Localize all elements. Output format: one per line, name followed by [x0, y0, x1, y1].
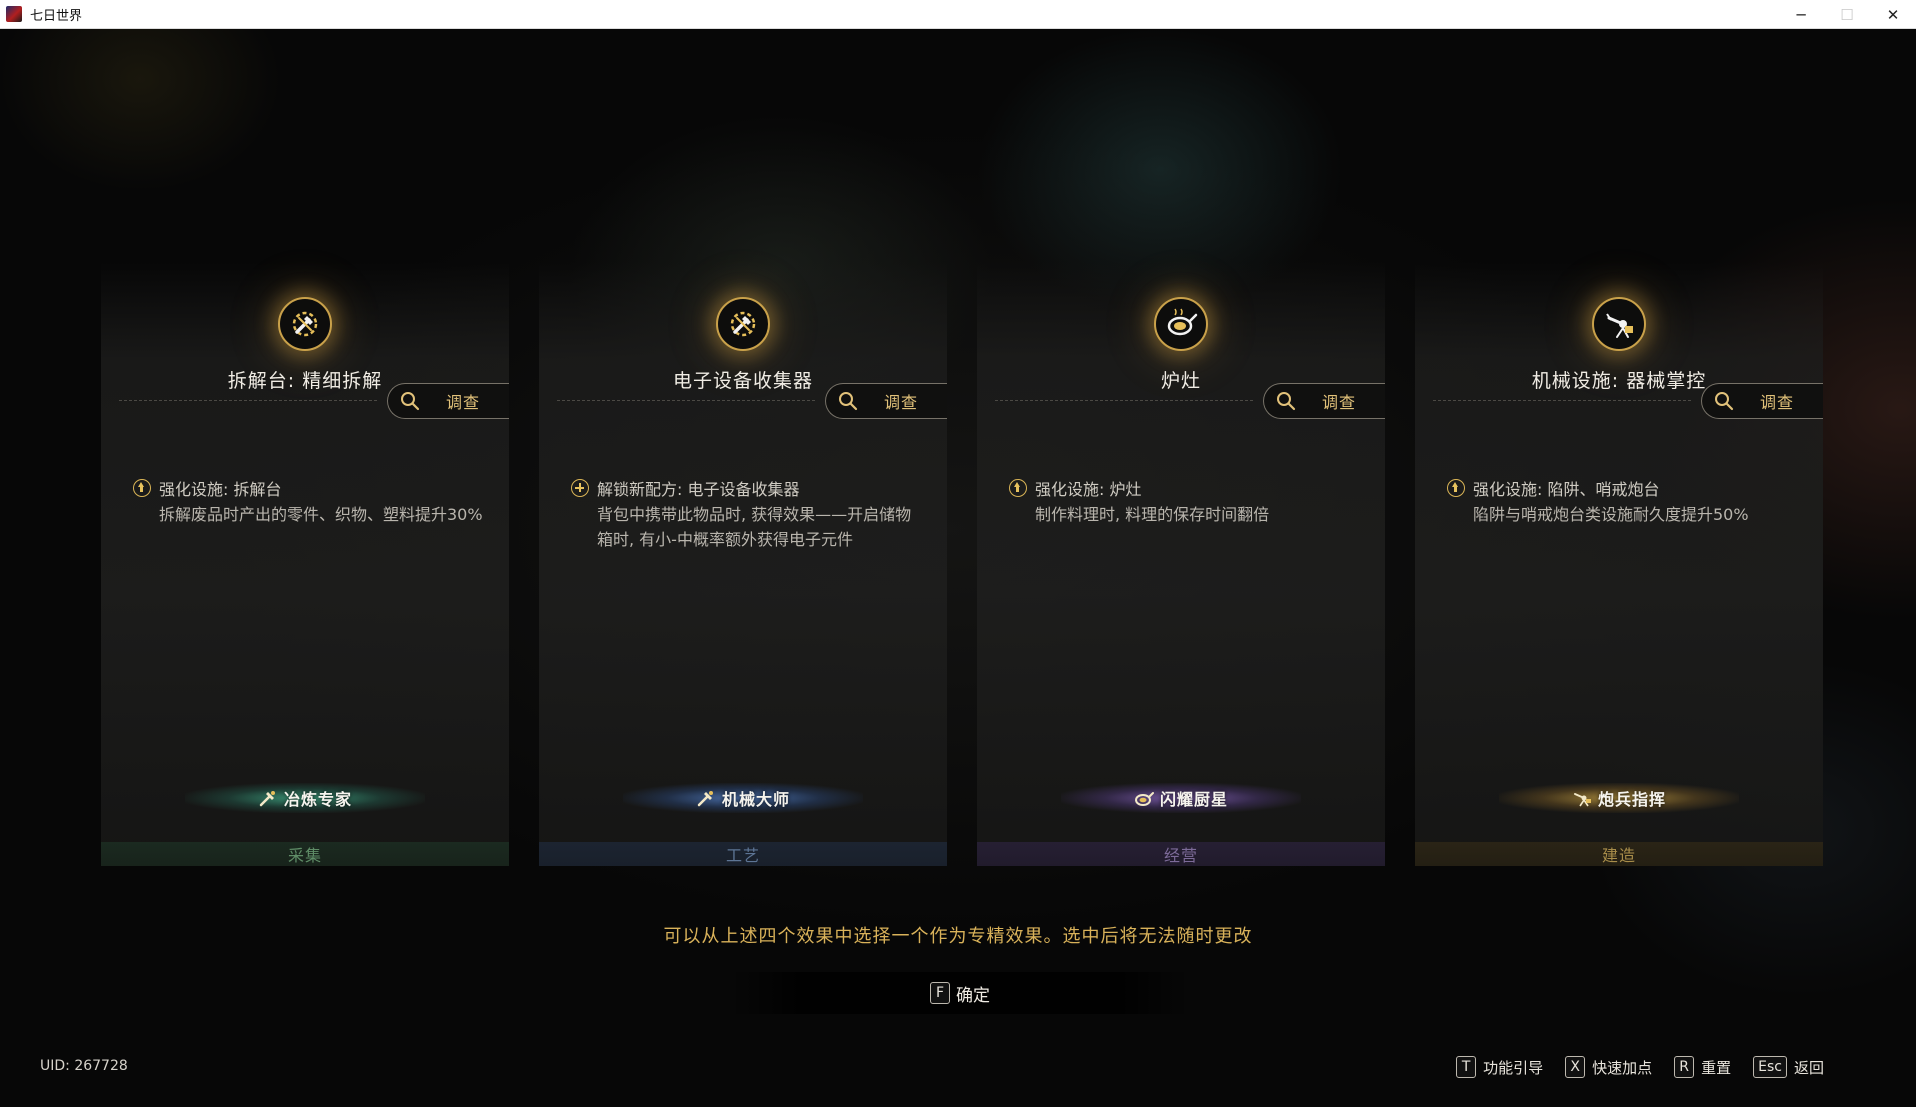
confirm-label: 确定 — [956, 985, 990, 1006]
effect-body: 陷阱与哨戒炮台类设施耐久度提升50% — [1473, 505, 1749, 524]
inspect-button[interactable]: 调查 — [387, 383, 509, 419]
minimize-button[interactable]: ─ — [1778, 0, 1824, 29]
game-viewport: 拆解台: 精细拆解 调查 强化设施: 拆解台 拆解废品时产出的零件、织物、塑料提… — [0, 29, 1916, 1107]
upgrade-arrow-icon — [1447, 479, 1465, 497]
effect-body: 拆解废品时产出的零件、织物、塑料提升30% — [159, 505, 483, 524]
divider — [1433, 400, 1691, 401]
shortcut-quick-assign[interactable]: X 快速加点 — [1565, 1056, 1652, 1078]
key-hint: F — [930, 982, 950, 1004]
inspect-label: 调查 — [884, 393, 919, 412]
search-icon — [401, 392, 420, 411]
specialization-card-1[interactable]: 拆解台: 精细拆解 调查 强化设施: 拆解台 拆解废品时产出的零件、织物、塑料提… — [101, 262, 509, 866]
close-button[interactable]: ✕ — [1870, 0, 1916, 29]
badge-label: 机械大师 — [721, 790, 790, 809]
effect-body: 制作料理时, 料理的保存时间翻倍 — [1035, 505, 1270, 524]
upgrade-arrow-icon — [1009, 479, 1027, 497]
wrench-gear-icon — [716, 297, 770, 351]
badge-label: 冶炼专家 — [283, 790, 352, 809]
shortcut-label: 返回 — [1793, 1058, 1824, 1077]
shortcut-label: 功能引导 — [1483, 1058, 1544, 1077]
frying-pan-icon — [1154, 297, 1208, 351]
key-hint: X — [1565, 1056, 1586, 1078]
search-icon — [1277, 392, 1296, 411]
window-title: 七日世界 — [30, 8, 83, 24]
effect-head: 强化设施: 拆解台 — [159, 480, 282, 499]
specialty-badge: 炮兵指挥 — [1499, 783, 1739, 813]
specialty-badge: 闪耀厨星 — [1061, 783, 1301, 813]
search-icon — [839, 392, 858, 411]
inspect-label: 调查 — [1322, 393, 1357, 412]
key-hint: Esc — [1753, 1056, 1787, 1078]
window-controls: ─ ☐ ✕ — [1778, 0, 1916, 29]
badge-label: 炮兵指挥 — [1597, 790, 1666, 809]
upgrade-arrow-icon — [133, 479, 151, 497]
unlock-plus-icon — [571, 479, 589, 497]
app-icon — [6, 6, 22, 22]
shortcut-reset[interactable]: R 重置 — [1674, 1056, 1731, 1078]
key-hint: R — [1674, 1056, 1695, 1078]
shortcut-label: 快速加点 — [1592, 1058, 1653, 1077]
specialty-badge: 冶炼专家 — [185, 783, 425, 813]
effect-head: 解锁新配方: 电子设备收集器 — [597, 480, 800, 499]
wrench-gear-icon — [278, 297, 332, 351]
category-label: 采集 — [101, 842, 509, 866]
key-hint: T — [1456, 1056, 1477, 1078]
divider — [995, 400, 1253, 401]
category-label: 工艺 — [539, 842, 947, 866]
inspect-button[interactable]: 调查 — [825, 383, 947, 419]
confirm-button[interactable]: F 确定 — [730, 972, 1190, 1014]
shortcut-label: 重置 — [1701, 1058, 1732, 1077]
hammer-icon — [697, 791, 713, 807]
category-label: 经营 — [977, 842, 1385, 866]
inspect-button[interactable]: 调查 — [1263, 383, 1385, 419]
specialization-card-3[interactable]: 炉灶 调查 强化设施: 炉灶 制作料理时, 料理的保存时间翻倍 闪耀厨星 经营 — [977, 262, 1385, 866]
effect-body: 背包中携带此物品时, 获得效果——开启储物箱时, 有小-中概率额外获得电子元件 — [597, 505, 912, 549]
effect-description: 强化设施: 炉灶 制作料理时, 料理的保存时间翻倍 — [1009, 477, 1359, 527]
category-label: 建造 — [1415, 842, 1823, 866]
turret-icon — [1592, 297, 1646, 351]
effect-description: 强化设施: 拆解台 拆解废品时产出的零件、织物、塑料提升30% — [133, 477, 483, 527]
specialization-card-4[interactable]: 机械设施: 器械掌控 调查 强化设施: 陷阱、哨戒炮台 陷阱与哨戒炮台类设施耐久… — [1415, 262, 1823, 866]
shortcut-bar: T 功能引导 X 快速加点 R 重置 Esc 返回 — [1434, 1056, 1824, 1078]
frying-pan-icon — [1134, 792, 1154, 806]
turret-icon — [1573, 793, 1591, 807]
effect-description: 解锁新配方: 电子设备收集器 背包中携带此物品时, 获得效果——开启储物箱时, … — [571, 477, 921, 552]
maximize-button[interactable]: ☐ — [1824, 0, 1870, 29]
specialty-badge: 机械大师 — [623, 783, 863, 813]
effect-head: 强化设施: 陷阱、哨戒炮台 — [1473, 480, 1660, 499]
search-icon — [1715, 392, 1734, 411]
user-id: UID: 267728 — [40, 1058, 128, 1074]
divider — [119, 400, 377, 401]
effect-head: 强化设施: 炉灶 — [1035, 480, 1142, 499]
inspect-label: 调查 — [446, 393, 481, 412]
badge-label: 闪耀厨星 — [1159, 790, 1228, 809]
hammer-icon — [259, 791, 275, 807]
specialization-card-2[interactable]: 电子设备收集器 调查 解锁新配方: 电子设备收集器 背包中携带此物品时, 获得效… — [539, 262, 947, 866]
inspect-button[interactable]: 调查 — [1701, 383, 1823, 419]
window-titlebar: 七日世界 ─ ☐ ✕ — [0, 0, 1916, 29]
inspect-label: 调查 — [1760, 393, 1795, 412]
shortcut-back[interactable]: Esc 返回 — [1753, 1056, 1824, 1078]
shortcut-feature-guide[interactable]: T 功能引导 — [1456, 1056, 1543, 1078]
selection-hint: 可以从上述四个效果中选择一个作为专精效果。选中后将无法随时更改 — [663, 926, 1253, 947]
divider — [557, 400, 815, 401]
effect-description: 强化设施: 陷阱、哨戒炮台 陷阱与哨戒炮台类设施耐久度提升50% — [1447, 477, 1797, 527]
